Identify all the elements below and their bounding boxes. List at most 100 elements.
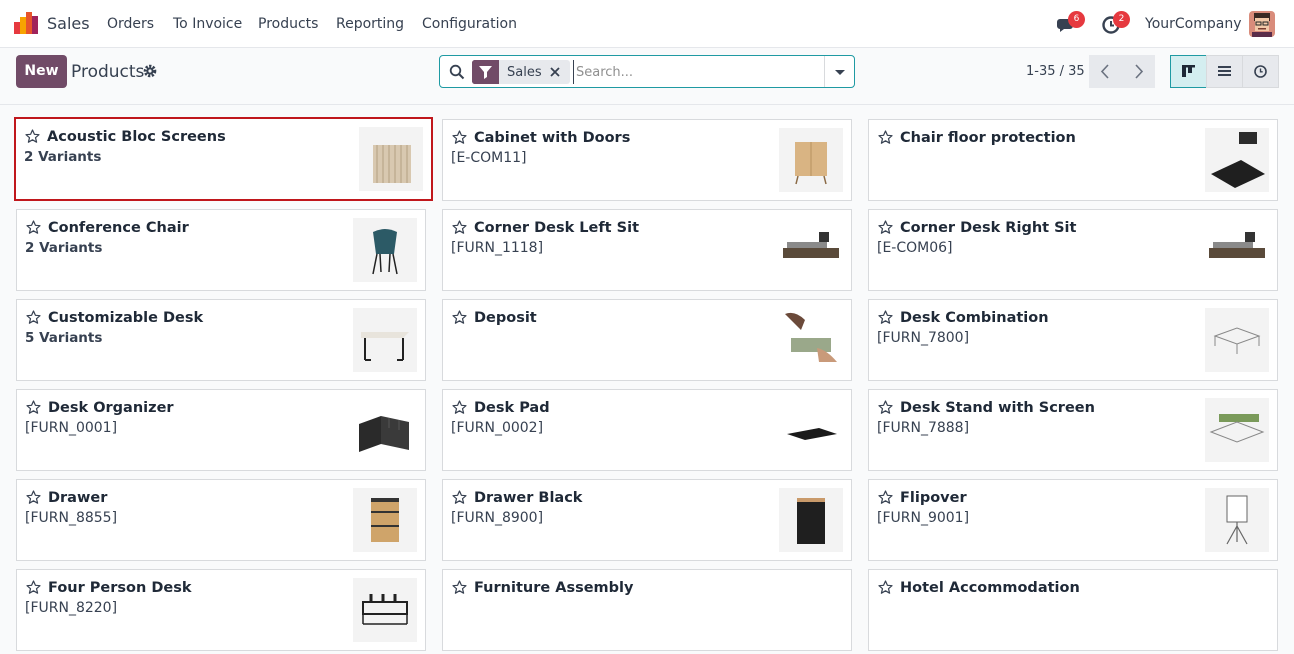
- favorite-star-icon[interactable]: [26, 400, 41, 415]
- product-card[interactable]: Hotel Accommodation: [868, 569, 1278, 651]
- product-card[interactable]: Corner Desk Right Sit [E-COM06]: [868, 209, 1278, 291]
- product-name: Corner Desk Right Sit: [900, 220, 1077, 236]
- favorite-star-icon[interactable]: [452, 310, 467, 325]
- pager-previous-button[interactable]: [1089, 55, 1122, 88]
- product-name: Corner Desk Left Sit: [474, 220, 640, 236]
- favorite-star-icon[interactable]: [452, 490, 467, 505]
- drawer-black-image: [779, 488, 843, 552]
- product-reference: [FURN_0001]: [25, 420, 118, 436]
- product-card[interactable]: Desk Combination [FURN_7800]: [868, 299, 1278, 381]
- product-name: Drawer: [48, 490, 108, 506]
- product-reference: 2 Variants: [25, 240, 103, 256]
- remove-facet-icon[interactable]: [549, 66, 561, 78]
- list-view-button[interactable]: [1206, 55, 1243, 88]
- product-reference: [FURN_8855]: [25, 510, 118, 526]
- search-facet: Sales: [472, 60, 570, 84]
- desk-image: [353, 308, 417, 372]
- product-card[interactable]: Desk Pad [FURN_0002]: [442, 389, 852, 471]
- favorite-star-icon[interactable]: [452, 580, 467, 595]
- product-card[interactable]: Cabinet with Doors [E-COM11]: [442, 119, 852, 201]
- new-button[interactable]: New: [16, 55, 67, 88]
- product-card[interactable]: Desk Stand with Screen [FURN_7888]: [868, 389, 1278, 471]
- product-name: Flipover: [900, 490, 967, 506]
- menu-reporting[interactable]: Reporting: [336, 16, 404, 32]
- pager-value[interactable]: 1-35 / 35: [1026, 64, 1085, 79]
- search-bar: Sales: [439, 55, 855, 88]
- acoustic-screens-image: [359, 127, 423, 191]
- search-icon[interactable]: [449, 64, 465, 80]
- product-name: Desk Combination: [900, 310, 1049, 326]
- search-facet-label: Sales: [507, 65, 542, 80]
- gear-icon[interactable]: [143, 64, 157, 78]
- product-reference: 2 Variants: [24, 149, 102, 165]
- product-name: Furniture Assembly: [474, 580, 634, 596]
- product-reference: [FURN_8220]: [25, 600, 118, 616]
- app-name[interactable]: Sales: [47, 14, 90, 33]
- favorite-star-icon[interactable]: [878, 220, 893, 235]
- favorite-star-icon[interactable]: [878, 130, 893, 145]
- page-title[interactable]: Products: [71, 62, 144, 82]
- corner-desk-image: [1205, 218, 1269, 282]
- product-card[interactable]: Chair floor protection: [868, 119, 1278, 201]
- product-card[interactable]: Drawer Black [FURN_8900]: [442, 479, 852, 561]
- list-icon: [1218, 66, 1231, 76]
- favorite-star-icon[interactable]: [25, 129, 40, 144]
- kanban-view-button[interactable]: [1170, 55, 1207, 88]
- favorite-star-icon[interactable]: [878, 580, 893, 595]
- favorite-star-icon[interactable]: [452, 220, 467, 235]
- menu-to-invoice[interactable]: To Invoice: [173, 16, 242, 32]
- chevron-left-icon: [1100, 64, 1109, 79]
- product-card[interactable]: Conference Chair 2 Variants: [16, 209, 426, 291]
- clock-icon: [1254, 65, 1267, 78]
- flipover-image: [1205, 488, 1269, 552]
- app-logo-icon[interactable]: [14, 12, 38, 34]
- search-input[interactable]: [573, 60, 823, 84]
- product-name: Desk Stand with Screen: [900, 400, 1095, 416]
- menu-orders[interactable]: Orders: [107, 16, 154, 32]
- product-reference: [FURN_8900]: [451, 510, 544, 526]
- product-name: Conference Chair: [48, 220, 189, 236]
- product-card[interactable]: Acoustic Bloc Screens 2 Variants: [14, 117, 433, 201]
- activities-badge: 2: [1113, 11, 1130, 28]
- company-switcher[interactable]: YourCompany: [1145, 16, 1242, 32]
- favorite-star-icon[interactable]: [452, 400, 467, 415]
- favorite-star-icon[interactable]: [26, 580, 41, 595]
- pager-next-button[interactable]: [1122, 55, 1155, 88]
- product-card[interactable]: Customizable Desk 5 Variants: [16, 299, 426, 381]
- favorite-star-icon[interactable]: [26, 310, 41, 325]
- product-card[interactable]: Four Person Desk [FURN_8220]: [16, 569, 426, 651]
- favorite-star-icon[interactable]: [878, 490, 893, 505]
- product-card[interactable]: Furniture Assembly: [442, 569, 852, 651]
- product-card[interactable]: Deposit: [442, 299, 852, 381]
- product-reference: 5 Variants: [25, 330, 103, 346]
- chevron-right-icon: [1135, 64, 1144, 79]
- favorite-star-icon[interactable]: [878, 400, 893, 415]
- favorite-star-icon[interactable]: [878, 310, 893, 325]
- organizer-image: [353, 398, 417, 462]
- product-reference: [E-COM06]: [877, 240, 953, 256]
- product-reference: [FURN_9001]: [877, 510, 970, 526]
- kanban-icon: [1182, 65, 1195, 77]
- product-name: Drawer Black: [474, 490, 583, 506]
- desk-combination-image: [1205, 308, 1269, 372]
- user-avatar[interactable]: [1249, 11, 1275, 37]
- product-card[interactable]: Desk Organizer [FURN_0001]: [16, 389, 426, 471]
- favorite-star-icon[interactable]: [452, 130, 467, 145]
- four-desk-image: [353, 578, 417, 642]
- product-name: Cabinet with Doors: [474, 130, 631, 146]
- product-reference: [FURN_1118]: [451, 240, 544, 256]
- menu-products[interactable]: Products: [258, 16, 318, 32]
- messages-badge: 6: [1068, 11, 1085, 28]
- product-reference: [FURN_0002]: [451, 420, 544, 436]
- floor-protection-image: [1205, 128, 1269, 192]
- product-name: Deposit: [474, 310, 537, 326]
- desk-pad-image: [779, 398, 843, 462]
- activity-view-button[interactable]: [1242, 55, 1279, 88]
- menu-configuration[interactable]: Configuration: [422, 16, 517, 32]
- product-card[interactable]: Corner Desk Left Sit [FURN_1118]: [442, 209, 852, 291]
- product-card[interactable]: Drawer [FURN_8855]: [16, 479, 426, 561]
- search-options-toggle[interactable]: [824, 56, 854, 87]
- product-card[interactable]: Flipover [FURN_9001]: [868, 479, 1278, 561]
- favorite-star-icon[interactable]: [26, 220, 41, 235]
- favorite-star-icon[interactable]: [26, 490, 41, 505]
